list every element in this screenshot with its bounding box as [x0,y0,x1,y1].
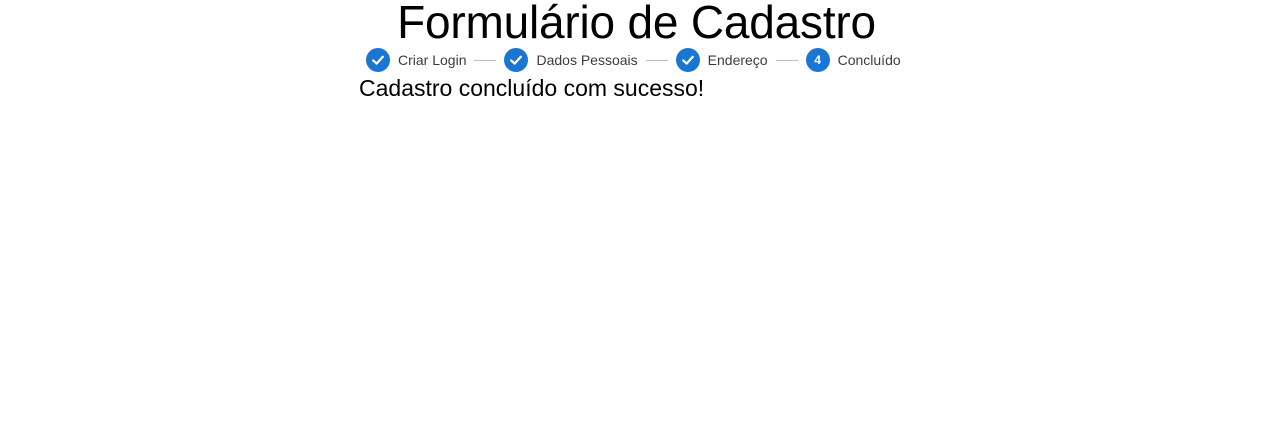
step-concluido: 4 Concluído [805,48,901,72]
step-1-check-icon [366,48,390,72]
stepper: Criar Login Dados Pessoais Endereço 4 Co… [366,47,901,73]
step-3-label: Endereço [707,52,768,68]
step-4-number: 4 [805,48,830,72]
step-endereco: Endereço [675,48,768,72]
step-connector [474,59,497,61]
step-3-check-icon [675,48,700,72]
step-2-check-icon [504,48,529,72]
step-1-label: Criar Login [398,52,467,68]
step-connector [775,59,798,61]
registration-page: Formulário de Cadastro Criar Login Dados… [0,0,1273,438]
step-2-label: Dados Pessoais [536,52,638,68]
step-connector [645,59,668,61]
success-message: Cadastro concluído com sucesso! [359,75,705,101]
step-4-label: Concluído [837,52,901,68]
step-criar-login: Criar Login [366,48,466,72]
page-title: Formulário de Cadastro [397,0,876,48]
step-dados-pessoais: Dados Pessoais [504,48,638,72]
